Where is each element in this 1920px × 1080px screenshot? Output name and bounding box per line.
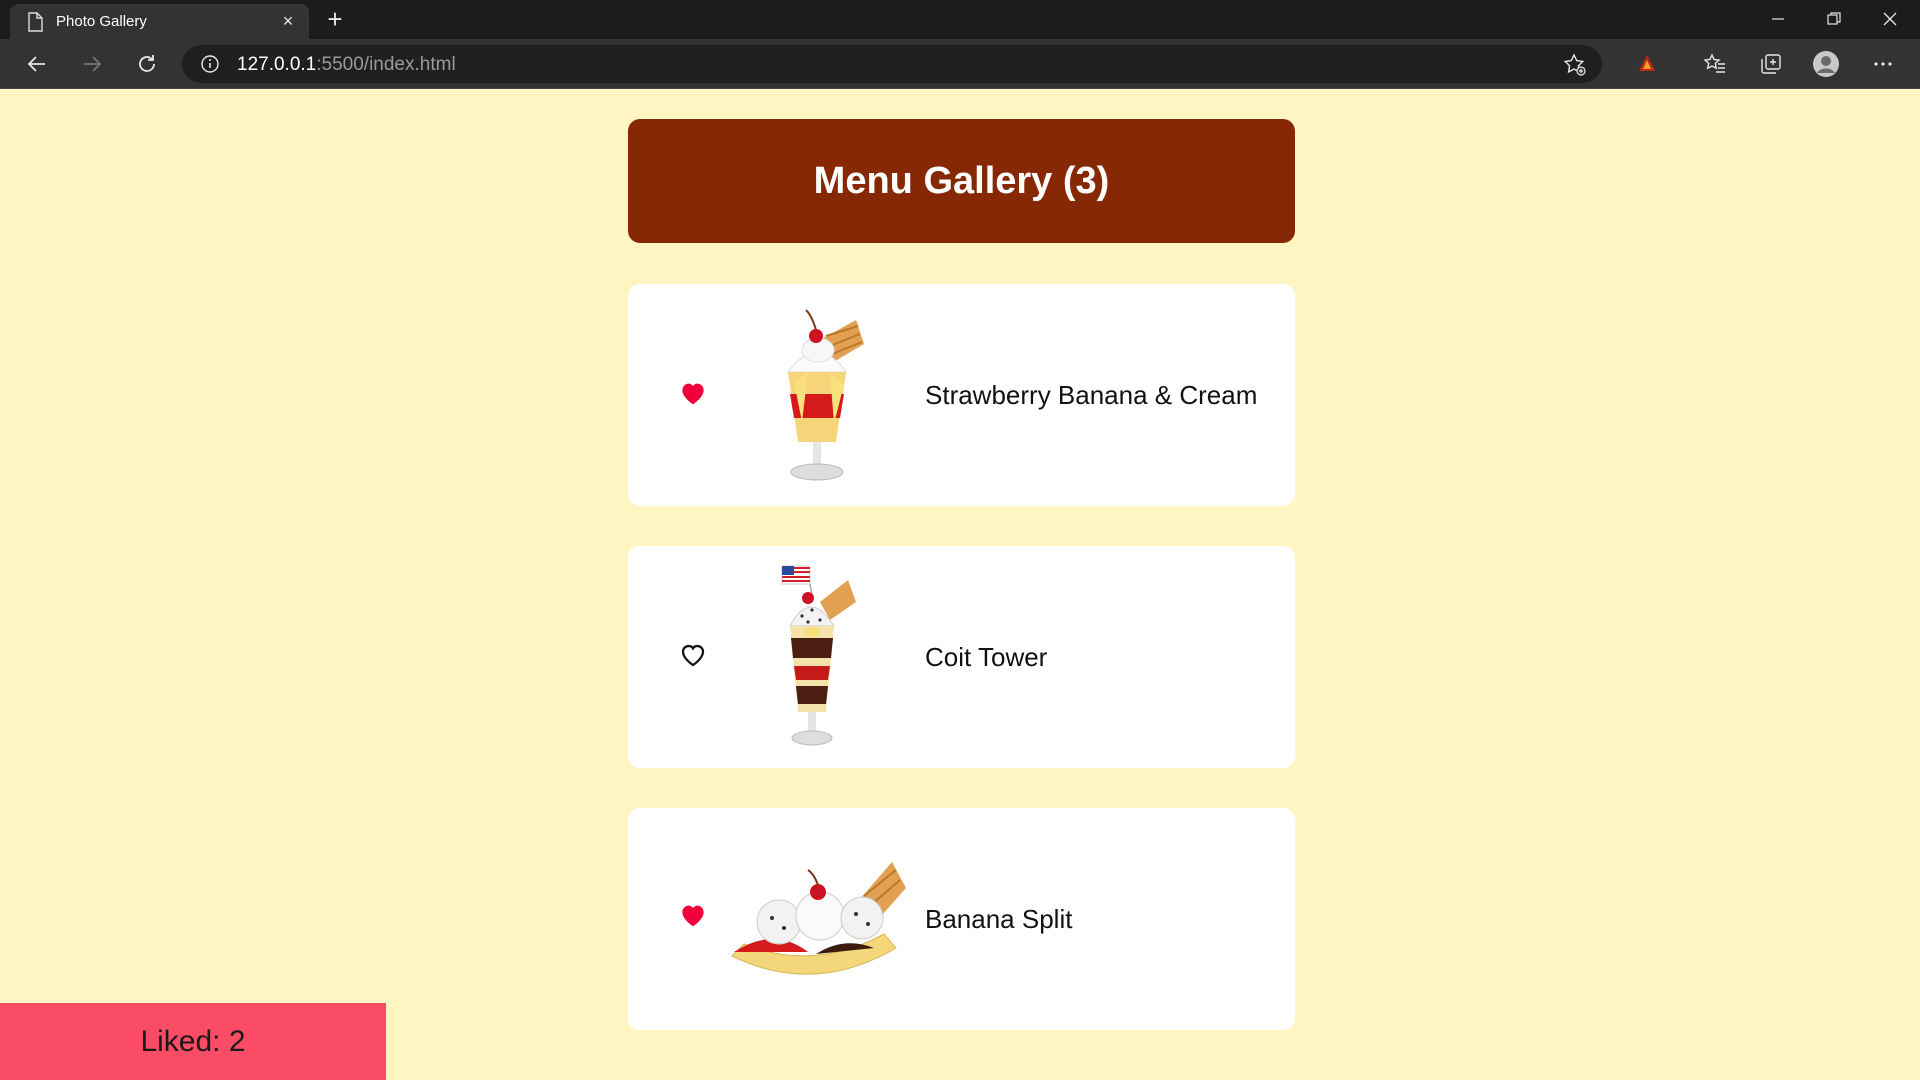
url-text[interactable]: 127.0.0.1:5500/index.html xyxy=(237,54,456,76)
tall-parfait-image xyxy=(778,562,868,757)
page-content: Menu Gallery (3) Strawberry Banana & Cre… xyxy=(0,90,1920,1080)
address-bar[interactable]: 127.0.0.1:5500/index.html xyxy=(182,45,1602,83)
close-tab-icon[interactable]: × xyxy=(277,10,299,32)
liked-count-label: Liked: 2 xyxy=(140,1024,246,1058)
close-window-button[interactable] xyxy=(1862,0,1918,39)
heart-outline-icon[interactable] xyxy=(678,640,708,670)
add-favorite-icon[interactable] xyxy=(1562,52,1588,78)
more-options-icon[interactable] xyxy=(1866,48,1900,80)
profile-avatar[interactable] xyxy=(1809,48,1843,80)
minimize-button[interactable] xyxy=(1750,0,1806,39)
liked-counter: Liked: 2 xyxy=(0,1003,386,1080)
browser-toolbar: 127.0.0.1:5500/index.html xyxy=(0,39,1920,89)
favorites-icon[interactable] xyxy=(1698,48,1732,80)
gallery-card: Banana Split xyxy=(628,808,1295,1030)
refresh-button[interactable] xyxy=(130,48,164,80)
gallery-header: Menu Gallery (3) xyxy=(628,119,1295,243)
forward-button[interactable] xyxy=(75,48,109,80)
gallery-card: Coit Tower xyxy=(628,546,1295,768)
page-icon xyxy=(26,12,44,32)
browser-tab-bar: Photo Gallery × + xyxy=(0,0,1920,39)
heart-filled-icon[interactable] xyxy=(678,378,708,408)
banana-split-image xyxy=(724,856,910,991)
info-icon[interactable] xyxy=(200,54,220,74)
page-title: Menu Gallery (3) xyxy=(813,159,1110,202)
extension-icon[interactable] xyxy=(1630,48,1664,80)
back-button[interactable] xyxy=(20,48,54,80)
item-title: Strawberry Banana & Cream xyxy=(925,380,1258,410)
tab-title: Photo Gallery xyxy=(56,13,147,30)
browser-tab[interactable]: Photo Gallery × xyxy=(10,4,309,39)
new-tab-button[interactable]: + xyxy=(320,4,350,34)
strawberry-sundae-image xyxy=(768,302,868,493)
gallery-card: Strawberry Banana & Cream xyxy=(628,284,1295,506)
url-path: :5500/index.html xyxy=(316,54,456,75)
restore-button[interactable] xyxy=(1806,0,1862,39)
collections-icon[interactable] xyxy=(1754,48,1788,80)
item-title: Banana Split xyxy=(925,904,1073,934)
heart-filled-icon[interactable] xyxy=(678,900,708,930)
item-title: Coit Tower xyxy=(925,642,1048,672)
url-host: 127.0.0.1 xyxy=(237,54,317,75)
